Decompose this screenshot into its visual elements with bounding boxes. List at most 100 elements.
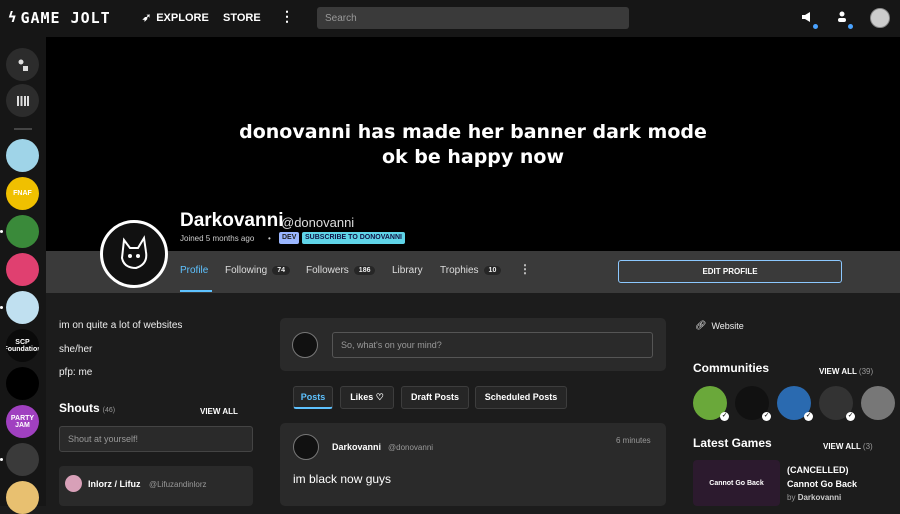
megaphone-icon[interactable] [799, 10, 815, 26]
latest-games-title: Latest Games [693, 436, 772, 450]
dev-badge: DEV [279, 232, 300, 244]
game-thumbnail[interactable]: Cannot Go Back [693, 460, 780, 506]
compass-icon: ➶ [142, 12, 152, 24]
more-menu-icon[interactable]: ⋮ [280, 8, 294, 25]
sidebar-game-item[interactable] [6, 367, 39, 400]
friends-icon[interactable] [834, 10, 850, 26]
banner-text: donovanni has made her banner dark mode … [46, 120, 900, 170]
post-author-handle[interactable]: @donovanni [388, 443, 433, 452]
following-count: 74 [272, 266, 291, 275]
unread-indicator [0, 306, 3, 309]
latest-games-view-all-link[interactable]: VIEW ALL (3) [823, 442, 873, 451]
search-input[interactable] [317, 7, 629, 29]
avatar[interactable] [65, 475, 82, 492]
top-bar: ϟ GAME JOLT ➶ EXPLORE STORE ⋮ [0, 0, 900, 37]
post-author-name[interactable]: Darkovanni [332, 442, 381, 452]
shouts-title-text: Shouts [59, 401, 100, 415]
display-name: Darkovanni [180, 210, 284, 231]
shout-card: Inlorz / Lifuz @Lifuzandinlorz [59, 466, 253, 506]
bolt-icon: ϟ [8, 10, 18, 26]
tab-trophies-label: Trophies [440, 265, 479, 276]
tab-profile[interactable]: Profile [180, 265, 208, 276]
explore-link[interactable]: ➶ EXPLORE [142, 11, 209, 25]
community-avatar[interactable] [861, 386, 895, 420]
likes-icon: ♡ [375, 392, 384, 402]
bio-line: pfp: me [59, 367, 93, 378]
followers-count: 186 [353, 266, 376, 275]
explore-label: EXPLORE [156, 11, 209, 24]
sidebar-game-item[interactable] [6, 443, 39, 476]
post-composer [280, 318, 666, 371]
game-title[interactable]: (CANCELLED) Cannot Go Back [787, 463, 887, 491]
link-icon: 🔗︎ [695, 320, 707, 330]
tab-scheduled-posts[interactable]: Scheduled Posts [475, 386, 567, 409]
tab-followers-label: Followers [306, 265, 349, 276]
profile-more-icon[interactable]: ⋮ [519, 262, 531, 276]
sidebar-game-item[interactable]: FNAF [6, 177, 39, 210]
trophies-count: 10 [483, 266, 502, 275]
shouts-title: Shouts (46) [59, 401, 115, 415]
separator-dot: • [268, 234, 271, 243]
communities-view-all-label: VIEW ALL [819, 367, 857, 376]
check-icon: ✓ [846, 412, 855, 421]
tab-following[interactable]: Following 74 [225, 265, 291, 276]
notification-dot [813, 24, 818, 29]
bio-line: she/her [59, 344, 93, 355]
tab-posts[interactable]: Posts [293, 386, 333, 409]
bio-line: im on quite a lot of websites [59, 320, 183, 331]
sidebar-game-item[interactable]: SCP Foundation [6, 329, 39, 362]
post-timestamp[interactable]: 6 minutes [616, 436, 651, 445]
communities-title: Communities [693, 361, 770, 375]
sidebar-game-item[interactable] [6, 481, 39, 514]
post-card: Darkovanni @donovanni 6 minutes im black… [280, 423, 666, 506]
check-icon: ✓ [804, 412, 813, 421]
shout-author-name[interactable]: Inlorz / Lifuz [88, 479, 141, 489]
latest-games-view-all-label: VIEW ALL [823, 442, 861, 451]
game-title-line-2: Cannot Go Back [787, 479, 858, 489]
check-icon: ✓ [762, 412, 771, 421]
tab-likes[interactable]: Likes ♡ [340, 386, 394, 409]
store-link[interactable]: STORE [223, 12, 261, 24]
subscribe-badge[interactable]: SUBSCRIBE TO DONOVANNI [302, 232, 405, 244]
profile-avatar[interactable] [100, 220, 168, 288]
left-sidebar: FNAF SCP Foundation PARTY JAM [0, 37, 46, 514]
shouts-view-all-link[interactable]: VIEW ALL [200, 407, 238, 416]
sidebar-game-item[interactable]: PARTY JAM [6, 405, 39, 438]
home-icon[interactable] [6, 48, 39, 81]
communities-count: (39) [858, 367, 874, 376]
joined-date: Joined 5 months ago [180, 234, 255, 243]
profile-banner: donovanni has made her banner dark mode … [46, 37, 900, 251]
game-author-name[interactable]: Darkovanni [798, 493, 842, 502]
sidebar-game-item[interactable] [6, 215, 39, 248]
username-handle: @donovanni [281, 215, 355, 230]
shout-author-handle[interactable]: @Lifuzandinlorz [149, 480, 206, 489]
tab-trophies[interactable]: Trophies 10 [440, 265, 502, 276]
sidebar-game-item[interactable] [6, 253, 39, 286]
library-icon[interactable] [6, 84, 39, 117]
tab-library-label: Library [392, 265, 423, 276]
gamejolt-logo[interactable]: ϟ GAME JOLT [8, 9, 111, 27]
user-avatar-menu[interactable] [870, 8, 890, 28]
game-author-prefix: by [787, 493, 796, 502]
game-author: by Darkovanni [787, 493, 841, 502]
website-label: Website [711, 320, 744, 331]
banner-line-2: ok be happy now [381, 146, 565, 168]
tab-profile-label: Profile [180, 265, 209, 276]
sidebar-game-item[interactable] [6, 291, 39, 324]
tab-library[interactable]: Library [392, 265, 423, 276]
sidebar-game-item[interactable] [6, 139, 39, 172]
latest-games-count: (3) [862, 442, 873, 451]
sidebar-divider [14, 128, 32, 130]
tab-followers[interactable]: Followers 186 [306, 265, 376, 276]
friends-notification-dot [848, 24, 853, 29]
communities-view-all-link[interactable]: VIEW ALL (39) [819, 367, 873, 376]
tab-draft-posts[interactable]: Draft Posts [401, 386, 469, 409]
edit-profile-button[interactable]: EDIT PROFILE [618, 260, 842, 283]
unread-indicator [0, 458, 3, 461]
post-composer-input[interactable] [332, 332, 653, 358]
shout-input[interactable] [59, 426, 253, 452]
avatar[interactable] [293, 434, 319, 460]
tab-following-label: Following [225, 265, 268, 276]
website-link[interactable]: 🔗︎ Website [695, 320, 744, 331]
active-tab-underline [180, 290, 212, 292]
